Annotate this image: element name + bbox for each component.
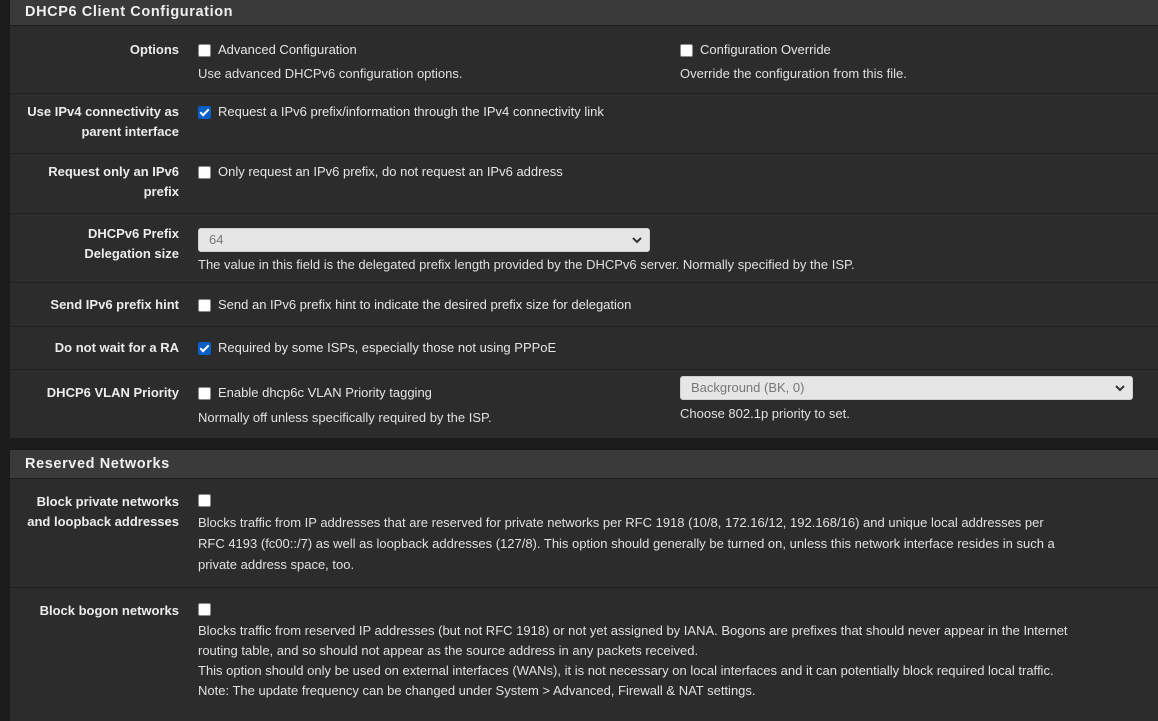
block-private-help: Blocks traffic from IP addresses that ar… — [198, 512, 1158, 575]
use-ipv4-label-line1: Use IPv4 connectivity as — [27, 104, 179, 119]
prefix-size-label: DHCPv6 Prefix Delegation size — [10, 224, 198, 282]
options-content: Advanced Configuration Use advanced DHCP… — [198, 40, 1158, 93]
vlan-priority-content: Enable dhcp6c VLAN Priority tagging Norm… — [198, 376, 1158, 438]
no-wait-ra-label: Do not wait for a RA — [54, 340, 179, 355]
block-bogon-help-line: This option should only be used on exter… — [198, 663, 1054, 678]
no-wait-ra-checkbox[interactable] — [198, 341, 211, 355]
dhcp6-panel: DHCP6 Client Configuration Options Advan… — [10, 0, 1158, 438]
advanced-config-help: Use advanced DHCPv6 configuration option… — [198, 66, 463, 81]
block-private-content: Blocks traffic from IP addresses that ar… — [198, 492, 1158, 587]
vlan-priority-select-value: Background (BK, 0) — [691, 380, 805, 395]
block-bogon-label: Block bogon networks — [39, 603, 179, 618]
use-ipv4-option[interactable]: Request a IPv6 prefix/information throug… — [198, 102, 1158, 122]
block-bogon-help-line: Blocks traffic from reserved IP addresse… — [198, 623, 1068, 638]
request-only-checkbox[interactable] — [198, 165, 211, 179]
chevron-down-icon — [1115, 385, 1125, 392]
vlan-priority-select[interactable]: Background (BK, 0) — [680, 376, 1133, 400]
vlan-priority-text: Enable dhcp6c VLAN Priority tagging — [218, 385, 432, 400]
reserved-networks-title: Reserved Networks — [10, 450, 1158, 479]
dhcp6-panel-title: DHCP6 Client Configuration — [10, 0, 1158, 26]
prefix-hint-checkbox[interactable] — [198, 298, 211, 312]
block-private-row: Block private networks and loopback addr… — [10, 479, 1158, 588]
options-row: Options Advanced Configuration Use advan… — [10, 26, 1158, 94]
no-wait-ra-option[interactable]: Required by some ISPs, especially those … — [198, 338, 1158, 358]
vlan-priority-select-help: Choose 802.1p priority to set. — [680, 406, 850, 421]
request-only-row: Request only an IPv6 prefix Only request… — [10, 154, 1158, 214]
request-only-option[interactable]: Only request an IPv6 prefix, do not requ… — [198, 162, 1158, 182]
prefix-size-label-line1: DHCPv6 Prefix — [87, 226, 179, 241]
vlan-priority-checkbox[interactable] — [198, 386, 211, 400]
request-only-label: Request only an IPv6 prefix — [10, 162, 198, 213]
request-only-label-line2: prefix — [143, 184, 179, 199]
advanced-config-option[interactable]: Advanced Configuration — [198, 40, 680, 60]
reserved-networks-panel: Reserved Networks Block private networks… — [10, 450, 1158, 721]
block-private-label: Block private networks and loopback addr… — [10, 492, 198, 587]
vlan-priority-row: DHCP6 VLAN Priority Enable dhcp6c VLAN P… — [10, 370, 1158, 438]
vlan-priority-toggle-group: Enable dhcp6c VLAN Priority tagging Norm… — [198, 376, 680, 438]
prefix-hint-row: Send IPv6 prefix hint Send an IPv6 prefi… — [10, 283, 1158, 327]
prefix-size-content: 64 The value in this field is the delega… — [198, 228, 1158, 282]
prefix-hint-content: Send an IPv6 prefix hint to indicate the… — [198, 295, 1158, 326]
block-bogon-help: Blocks traffic from reserved IP addresse… — [198, 621, 1158, 701]
vlan-priority-label: DHCP6 VLAN Priority — [46, 385, 179, 400]
prefix-hint-option[interactable]: Send an IPv6 prefix hint to indicate the… — [198, 295, 1158, 315]
block-private-label-line1: Block private networks — [36, 494, 179, 509]
no-wait-ra-text: Required by some ISPs, especially those … — [218, 340, 557, 355]
block-private-help-line: Blocks traffic from IP addresses that ar… — [198, 515, 1044, 530]
block-private-option[interactable] — [198, 494, 1158, 507]
prefix-hint-text: Send an IPv6 prefix hint to indicate the… — [218, 297, 632, 312]
request-only-label-line1: Request only an IPv6 — [48, 164, 179, 179]
advanced-config-label: Advanced Configuration — [218, 42, 357, 57]
use-ipv4-row: Use IPv4 connectivity as parent interfac… — [10, 94, 1158, 154]
options-label: Options — [129, 42, 179, 57]
block-private-checkbox[interactable] — [198, 494, 211, 507]
use-ipv4-content: Request a IPv6 prefix/information throug… — [198, 102, 1158, 153]
block-bogon-checkbox[interactable] — [198, 603, 211, 616]
use-ipv4-label: Use IPv4 connectivity as parent interfac… — [10, 102, 198, 153]
advanced-config-checkbox[interactable] — [198, 43, 211, 57]
vlan-priority-select-group: Background (BK, 0) Choose 802.1p priorit… — [680, 376, 1133, 438]
advanced-config-group: Advanced Configuration Use advanced DHCP… — [198, 40, 680, 93]
prefix-hint-label: Send IPv6 prefix hint — [50, 297, 179, 312]
block-private-label-line2: and loopback addresses — [27, 514, 179, 529]
config-override-label: Configuration Override — [700, 42, 831, 57]
use-ipv4-label-line2: parent interface — [81, 124, 179, 139]
request-only-content: Only request an IPv6 prefix, do not requ… — [198, 162, 1158, 213]
vlan-priority-option[interactable]: Enable dhcp6c VLAN Priority tagging — [198, 383, 680, 403]
block-bogon-help-line: Note: The update frequency can be change… — [198, 683, 756, 698]
use-ipv4-checkbox[interactable] — [198, 105, 211, 119]
prefix-size-select[interactable]: 64 — [198, 228, 650, 252]
vlan-priority-help: Normally off unless specifically require… — [198, 410, 492, 425]
no-wait-ra-row: Do not wait for a RA Required by some IS… — [10, 327, 1158, 370]
block-bogon-help-line: routing table, and so should not appear … — [198, 643, 699, 658]
block-bogon-option[interactable] — [198, 603, 1158, 616]
no-wait-ra-content: Required by some ISPs, especially those … — [198, 338, 1158, 369]
block-private-help-line: private address space, too. — [198, 557, 355, 572]
block-bogon-row: Block bogon networks Blocks traffic from… — [10, 588, 1158, 720]
prefix-size-value: 64 — [209, 232, 224, 247]
config-override-option[interactable]: Configuration Override — [680, 40, 907, 60]
request-only-text: Only request an IPv6 prefix, do not requ… — [218, 164, 563, 179]
config-override-group: Configuration Override Override the conf… — [680, 40, 907, 93]
prefix-size-help: The value in this field is the delegated… — [198, 257, 855, 272]
use-ipv4-text: Request a IPv6 prefix/information throug… — [218, 104, 604, 119]
prefix-size-row: DHCPv6 Prefix Delegation size 64 The val… — [10, 214, 1158, 283]
block-bogon-content: Blocks traffic from reserved IP addresse… — [198, 601, 1158, 720]
block-private-help-line: RFC 4193 (fc00::/7) as well as loopback … — [198, 536, 1055, 551]
config-override-help: Override the configuration from this fil… — [680, 66, 907, 81]
chevron-down-icon — [632, 237, 642, 244]
prefix-size-label-line2: Delegation size — [84, 246, 179, 261]
config-override-checkbox[interactable] — [680, 43, 693, 57]
